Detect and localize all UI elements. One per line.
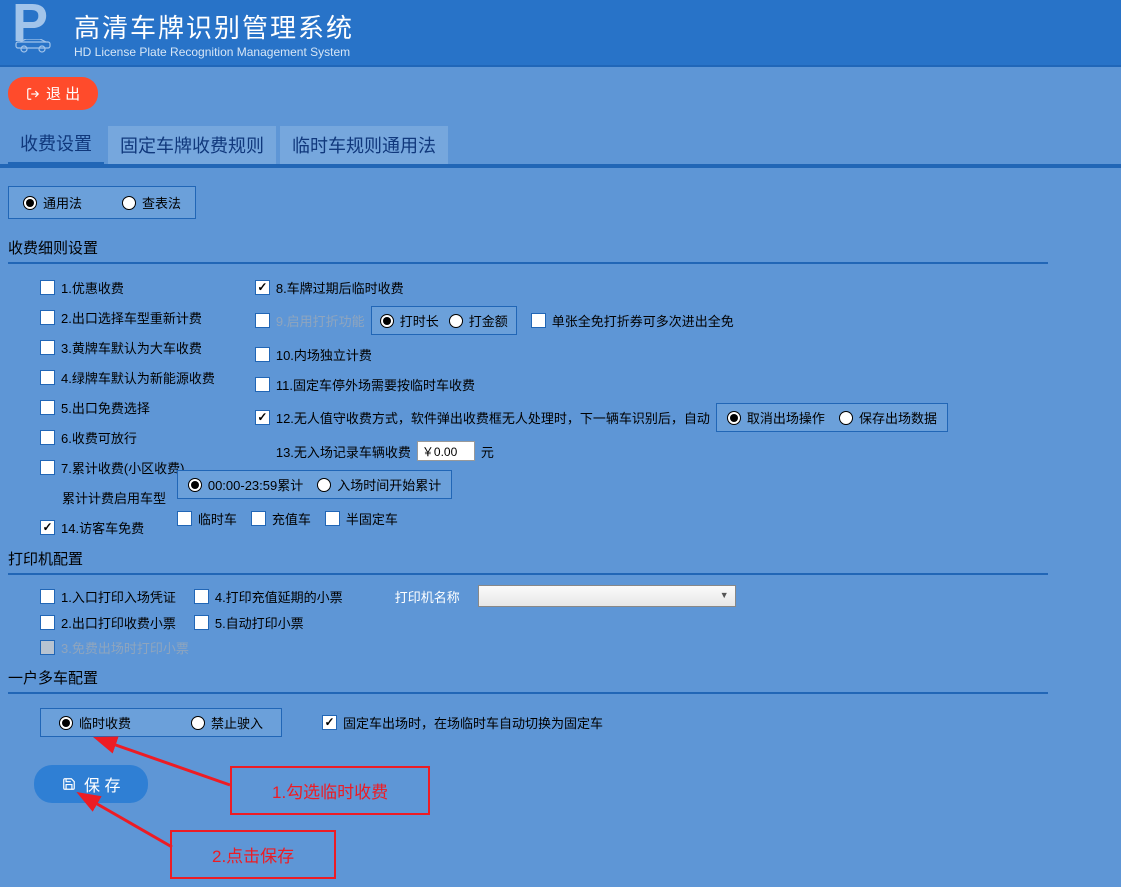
chk-r7-half[interactable] [325, 511, 340, 526]
r4-label: 4.绿牌车默认为新能源收费 [61, 368, 215, 387]
radio-lookup[interactable] [122, 196, 136, 210]
chk-p4[interactable] [194, 589, 209, 604]
r5-label: 5.出口免费选择 [61, 398, 150, 417]
p5-label: 5.自动打印小票 [215, 613, 304, 632]
r11-label: 11.固定车停外场需要按临时车收费 [276, 375, 475, 394]
multi-forbid-label: 禁止驶入 [211, 713, 263, 732]
section-multicar: 一户多车配置 [8, 663, 1048, 694]
p2-label: 2.出口打印收费小票 [61, 613, 176, 632]
p1-label: 1.入口打印入场凭证 [61, 587, 176, 606]
app-logo: P [12, 6, 60, 53]
chk-r6[interactable] [40, 430, 55, 445]
r10-label: 10.内场独立计费 [276, 345, 372, 364]
r13-unit: 元 [481, 442, 494, 461]
logo-letter: P [12, 6, 48, 41]
r3-label: 3.黄牌车默认为大车收费 [61, 338, 202, 357]
chk-r7[interactable] [40, 460, 55, 475]
r7-sub-label: 累计计费启用车型 [62, 488, 166, 507]
app-header: P 高清车牌识别管理系统 HD License Plate Recognitio… [0, 0, 1121, 67]
tab-temp-rules[interactable]: 临时车规则通用法 [280, 126, 448, 164]
chk-r7-temp[interactable] [177, 511, 192, 526]
p3-label: 3.免费出场时打印小票 [61, 638, 189, 657]
chk-r1[interactable] [40, 280, 55, 295]
chk-r7-charge[interactable] [251, 511, 266, 526]
tab-fee-settings[interactable]: 收费设置 [8, 124, 104, 164]
r7-start-label: 入场时间开始累计 [337, 475, 441, 494]
r8-label: 8.车牌过期后临时收费 [276, 278, 404, 297]
r7-temp-label: 临时车 [198, 509, 237, 528]
r9-side-label: 单张全免打折券可多次进出全免 [552, 311, 734, 330]
chk-r10[interactable] [255, 347, 270, 362]
r9-time-label: 打时长 [400, 311, 439, 330]
r9-label: 9.启用打折功能 [276, 311, 365, 330]
arrow-1-icon [100, 735, 240, 795]
r1-label: 1.优惠收费 [61, 278, 124, 297]
chk-r12[interactable] [255, 410, 270, 425]
chk-r8[interactable] [255, 280, 270, 295]
radio-multi-forbid[interactable] [191, 716, 205, 730]
r13-label: 13.无入场记录车辆收费 [276, 442, 411, 461]
r12-cancel-label: 取消出场操作 [747, 408, 825, 427]
r7-charge-label: 充值车 [272, 509, 311, 528]
r12-label: 12.无人值守收费方式，软件弹出收费框无人处理时，下一辆车识别后，自动 [276, 408, 710, 427]
chk-r9-side[interactable] [531, 313, 546, 328]
chk-p1[interactable] [40, 589, 55, 604]
chk-multi-auto[interactable] [322, 715, 337, 730]
car-icon [12, 39, 60, 53]
radio-general[interactable] [23, 196, 37, 210]
exit-icon [26, 87, 40, 101]
r12-save-label: 保存出场数据 [859, 408, 937, 427]
chk-p5[interactable] [194, 615, 209, 630]
radio-general-label: 通用法 [43, 193, 82, 212]
tab-bar: 收费设置 固定车牌收费规则 临时车规则通用法 [0, 110, 1121, 168]
page-title: 高清车牌识别管理系统 [74, 8, 354, 45]
r7-label: 7.累计收费(小区收费) [61, 458, 185, 477]
arrow-2-icon [82, 793, 182, 853]
exit-button[interactable]: 退 出 [8, 77, 98, 110]
chk-r4[interactable] [40, 370, 55, 385]
r6-label: 6.收费可放行 [61, 428, 137, 447]
section-printer: 打印机配置 [8, 544, 1048, 575]
radio-multi-temp[interactable] [59, 716, 73, 730]
save-icon [62, 777, 76, 791]
r7-range-label: 00:00-23:59累计 [208, 475, 303, 494]
printer-select[interactable] [478, 585, 736, 607]
chk-r14[interactable] [40, 520, 55, 535]
annotation-2: 2.点击保存 [170, 830, 336, 879]
radio-r7-range[interactable] [188, 478, 202, 492]
radio-r7-start[interactable] [317, 478, 331, 492]
radio-r9-amount[interactable] [449, 314, 463, 328]
r9-amount-label: 打金额 [469, 311, 508, 330]
radio-r9-time[interactable] [380, 314, 394, 328]
tab-fixed-plate[interactable]: 固定车牌收费规则 [108, 126, 276, 164]
section-fee-rules: 收费细则设置 [8, 233, 1048, 264]
r13-input[interactable] [417, 441, 475, 461]
exit-label: 退 出 [46, 83, 80, 104]
chk-p2[interactable] [40, 615, 55, 630]
chk-r2[interactable] [40, 310, 55, 325]
multi-temp-label: 临时收费 [79, 713, 131, 732]
multi-auto-label: 固定车出场时，在场临时车自动切换为固定车 [343, 713, 603, 732]
r7-half-label: 半固定车 [346, 509, 398, 528]
radio-lookup-label: 查表法 [142, 193, 181, 212]
chk-r5[interactable] [40, 400, 55, 415]
annotation-1: 1.勾选临时收费 [230, 766, 430, 815]
chk-p3 [40, 640, 55, 655]
radio-r12-cancel[interactable] [727, 411, 741, 425]
r2-label: 2.出口选择车型重新计费 [61, 308, 202, 327]
r14-label: 14.访客车免费 [61, 518, 144, 537]
radio-r12-save[interactable] [839, 411, 853, 425]
page-subtitle: HD License Plate Recognition Management … [74, 45, 354, 59]
method-radio-group: 通用法 查表法 [8, 186, 196, 219]
p4-label: 4.打印充值延期的小票 [215, 587, 343, 606]
chk-r3[interactable] [40, 340, 55, 355]
chk-r11[interactable] [255, 377, 270, 392]
printer-name-label: 打印机名称 [395, 587, 460, 606]
toolbar: 退 出 [0, 67, 1121, 110]
chk-r9[interactable] [255, 313, 270, 328]
